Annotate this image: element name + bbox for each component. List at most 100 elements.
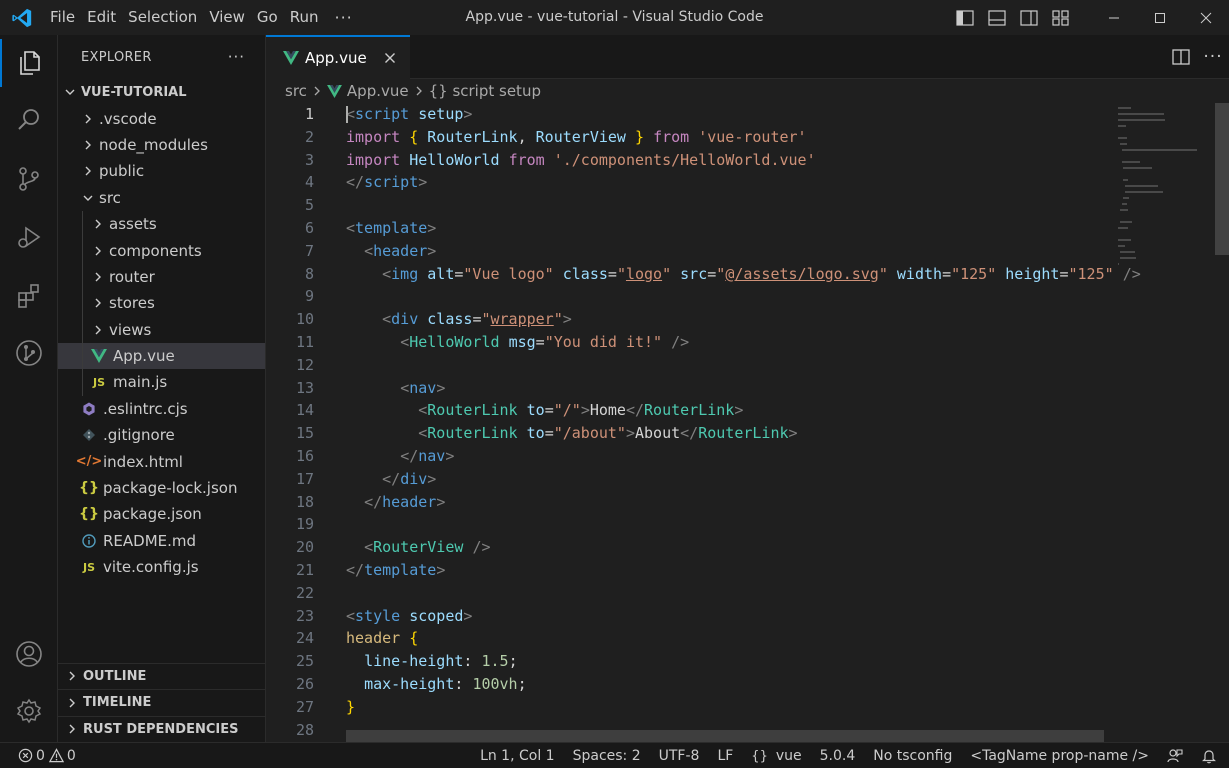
menu-file[interactable]: File xyxy=(44,0,81,35)
folder-stores[interactable]: stores xyxy=(58,290,265,317)
notifications-bell-icon[interactable] xyxy=(1192,748,1229,764)
indentation[interactable]: Spaces: 2 xyxy=(564,748,650,764)
extensions-icon[interactable] xyxy=(0,271,58,319)
code-line[interactable]: 21 </template> xyxy=(266,559,1116,582)
menu-run[interactable]: Run xyxy=(284,0,325,35)
folder-node-modules[interactable]: node_modules xyxy=(58,132,265,158)
timeline-panel-header[interactable]: TIMELINE xyxy=(58,689,265,716)
tag-name-case[interactable]: <TagName prop-name /> xyxy=(961,748,1158,764)
code-line[interactable]: 20 <RouterView /> xyxy=(266,536,1116,559)
file-readme-md[interactable]: README.md xyxy=(58,528,265,554)
editor-more-actions-button[interactable]: ··· xyxy=(1197,35,1229,79)
search-icon[interactable] xyxy=(0,96,58,144)
git-graph-icon[interactable] xyxy=(0,329,58,377)
source-control-icon[interactable] xyxy=(0,155,58,203)
code-line[interactable]: 6 <template> xyxy=(266,217,1116,240)
menu-go[interactable]: Go xyxy=(251,0,284,35)
file-app-vue[interactable]: App.vue xyxy=(58,342,265,370)
file-gitignore[interactable]: .gitignore xyxy=(58,422,265,448)
folder-router[interactable]: router xyxy=(58,263,265,291)
workspace-root[interactable]: VUE-TUTORIAL xyxy=(58,79,265,105)
file-eslintrc-cjs[interactable]: .eslintrc.cjs xyxy=(58,396,265,422)
end-of-line[interactable]: LF xyxy=(708,748,742,764)
code-line[interactable]: 10 <div class="wrapper"> xyxy=(266,308,1116,331)
explorer-icon[interactable] xyxy=(0,39,58,87)
code-line[interactable]: 22 xyxy=(266,582,1116,605)
vertical-scrollbar-thumb[interactable] xyxy=(1215,103,1229,255)
feedback-icon[interactable] xyxy=(1158,748,1192,764)
code-line[interactable]: 12 xyxy=(266,354,1116,377)
code-line[interactable]: 14 <RouterLink to="/">Home</RouterLink> xyxy=(266,399,1116,422)
code-editor[interactable]: 1 <script setup> 2 import { RouterLink, Rou… xyxy=(266,103,1141,741)
line-number: 23 xyxy=(295,606,314,625)
code-line[interactable]: 24 header { xyxy=(266,627,1116,650)
code-line[interactable]: 5 xyxy=(266,194,1116,217)
menu-more-button[interactable]: ··· xyxy=(325,0,363,35)
code-line[interactable]: 3 import HelloWorld from './components/He… xyxy=(266,149,1116,172)
code-line[interactable]: 25 line-height: 1.5; xyxy=(266,650,1116,673)
menu-edit[interactable]: Edit xyxy=(81,0,122,35)
cursor-position[interactable]: Ln 1, Col 1 xyxy=(471,748,564,764)
menu-view[interactable]: View xyxy=(203,0,251,35)
outline-panel-header[interactable]: OUTLINE xyxy=(58,662,265,690)
encoding[interactable]: UTF-8 xyxy=(650,748,709,764)
settings-gear-icon[interactable] xyxy=(0,687,58,735)
folder-vscode[interactable]: .vscode xyxy=(58,105,265,131)
toggle-panel-icon[interactable] xyxy=(981,0,1013,35)
code-line[interactable]: 1 <script setup> xyxy=(266,103,1116,126)
code-token: About xyxy=(635,424,681,443)
code-line[interactable]: 19 xyxy=(266,513,1116,536)
file-package-lock-json[interactable]: {} package-lock.json xyxy=(58,475,265,501)
code-line[interactable]: 26 max-height: 100vh; xyxy=(266,673,1116,696)
maximize-icon[interactable] xyxy=(1137,0,1183,35)
code-token: div xyxy=(391,310,419,329)
folder-views[interactable]: views xyxy=(58,316,265,343)
split-editor-icon[interactable] xyxy=(1165,35,1197,79)
indent-guide xyxy=(82,342,83,370)
folder-src[interactable]: src xyxy=(58,185,265,211)
volar-version[interactable]: 5.0.4 xyxy=(811,748,865,764)
tab-app-vue[interactable]: App.vue xyxy=(266,35,410,79)
code-line[interactable]: 7 <header> xyxy=(266,240,1116,263)
code-line[interactable]: 17 </div> xyxy=(266,468,1116,491)
folder-components[interactable]: components xyxy=(58,237,265,264)
code-line[interactable]: 13 <nav> xyxy=(266,377,1116,400)
account-icon[interactable] xyxy=(0,630,58,678)
tsconfig-status[interactable]: No tsconfig xyxy=(864,748,961,764)
close-window-icon[interactable] xyxy=(1183,0,1229,35)
code-line[interactable]: 18 </header> xyxy=(266,491,1116,514)
code-line[interactable]: 8 <img alt="Vue logo" class="logo" src="… xyxy=(266,263,1141,286)
breadcrumb-symbol[interactable]: {} script setup xyxy=(429,82,541,100)
run-debug-icon[interactable] xyxy=(0,213,58,261)
minimap[interactable] xyxy=(1116,103,1212,283)
minimize-icon[interactable] xyxy=(1091,0,1137,35)
file-vite-config-js[interactable]: JS vite.config.js xyxy=(58,554,265,580)
code-line[interactable]: 15 <RouterLink to="/about">About</Router… xyxy=(266,422,1116,445)
horizontal-scrollbar[interactable] xyxy=(346,730,1104,742)
code-line[interactable]: 11 <HelloWorld msg="You did it!" /> xyxy=(266,331,1116,354)
toggle-secondary-sidebar-icon[interactable] xyxy=(1013,0,1045,35)
file-main-js[interactable]: JS main.js xyxy=(58,369,265,396)
folder-public[interactable]: public xyxy=(58,158,265,184)
code-line[interactable]: 16 </nav> xyxy=(266,445,1116,468)
code-line[interactable]: 4 </script> xyxy=(266,171,1116,194)
toggle-primary-sidebar-icon[interactable] xyxy=(949,0,981,35)
breadcrumb-src[interactable]: src xyxy=(285,82,307,100)
file-index-html[interactable]: </> index.html xyxy=(58,448,265,474)
customize-layout-icon[interactable] xyxy=(1045,0,1077,35)
code-line[interactable]: 23 <style scoped> xyxy=(266,605,1116,628)
code-line[interactable]: 2 import { RouterLink, RouterView } from … xyxy=(266,126,1116,149)
code-line[interactable]: 27} xyxy=(266,696,1116,719)
folder-assets[interactable]: assets xyxy=(58,210,265,238)
rust-dependencies-panel-header[interactable]: RUST DEPENDENCIES xyxy=(58,715,265,743)
menu-selection[interactable]: Selection xyxy=(122,0,203,35)
breadcrumb-file[interactable]: App.vue xyxy=(347,82,409,100)
vertical-scrollbar[interactable] xyxy=(1215,103,1229,742)
problems-status[interactable]: 0 0 xyxy=(14,748,85,764)
code-line[interactable]: 9 xyxy=(266,285,1116,308)
code-text: <template> xyxy=(346,217,436,240)
close-tab-icon[interactable] xyxy=(380,48,400,68)
language-mode[interactable]: {} vue xyxy=(742,748,810,764)
file-package-json[interactable]: {} package.json xyxy=(58,501,265,527)
explorer-more-button[interactable]: ··· xyxy=(228,48,245,66)
